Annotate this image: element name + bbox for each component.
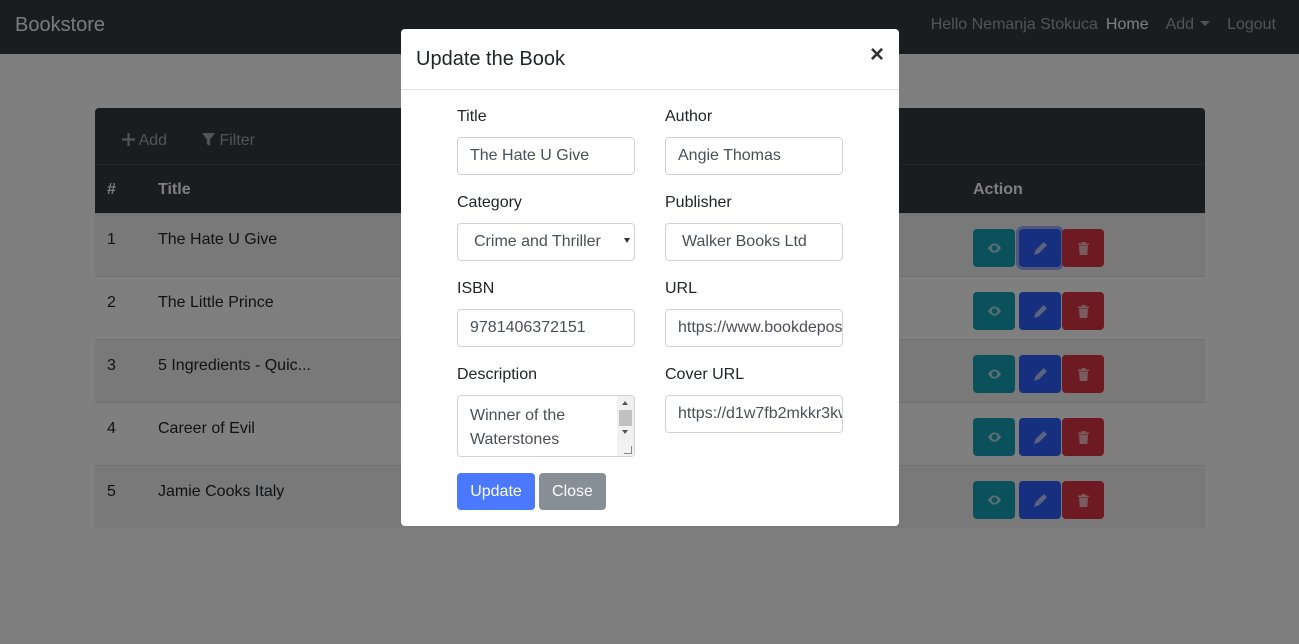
close-icon[interactable]: × xyxy=(870,43,884,67)
scroll-thumb[interactable] xyxy=(619,410,632,426)
scroll-down-icon[interactable] xyxy=(622,430,628,434)
update-book-modal: Update the Book × Title The Hate U Give … xyxy=(401,29,899,526)
cover-url-input[interactable]: https://d1w7fb2mkkr3kw xyxy=(665,395,843,433)
description-label: Description xyxy=(457,366,538,383)
modal-header: Update the Book × xyxy=(401,29,899,90)
close-button[interactable]: Close xyxy=(539,473,606,510)
cover-url-label: Cover URL xyxy=(665,366,745,383)
publisher-label: Publisher xyxy=(665,194,732,211)
author-input[interactable]: Angie Thomas xyxy=(665,137,843,175)
update-button[interactable]: Update xyxy=(457,473,535,510)
chevron-down-icon xyxy=(624,238,630,243)
url-label: URL xyxy=(665,280,698,297)
resize-handle-icon[interactable] xyxy=(624,446,632,454)
category-select[interactable]: Crime and Thriller xyxy=(457,223,635,261)
title-label: Title xyxy=(457,108,487,125)
isbn-input[interactable]: 9781406372151 xyxy=(457,309,635,347)
category-selected-value: Crime and Thriller xyxy=(474,233,601,250)
modal-title: Update the Book xyxy=(416,48,565,70)
url-input[interactable]: https://www.bookdepository.com xyxy=(665,309,843,347)
author-label: Author xyxy=(665,108,713,125)
title-input[interactable]: The Hate U Give xyxy=(457,137,635,175)
category-label: Category xyxy=(457,194,522,211)
publisher-input[interactable]: Walker Books Ltd xyxy=(665,223,843,261)
description-textarea[interactable]: Winner of the Waterstones Children's Boo… xyxy=(457,395,635,457)
description-text: Winner of the Waterstones Children's Boo… xyxy=(470,407,582,456)
scroll-up-icon[interactable] xyxy=(622,401,628,405)
isbn-label: ISBN xyxy=(457,280,495,297)
